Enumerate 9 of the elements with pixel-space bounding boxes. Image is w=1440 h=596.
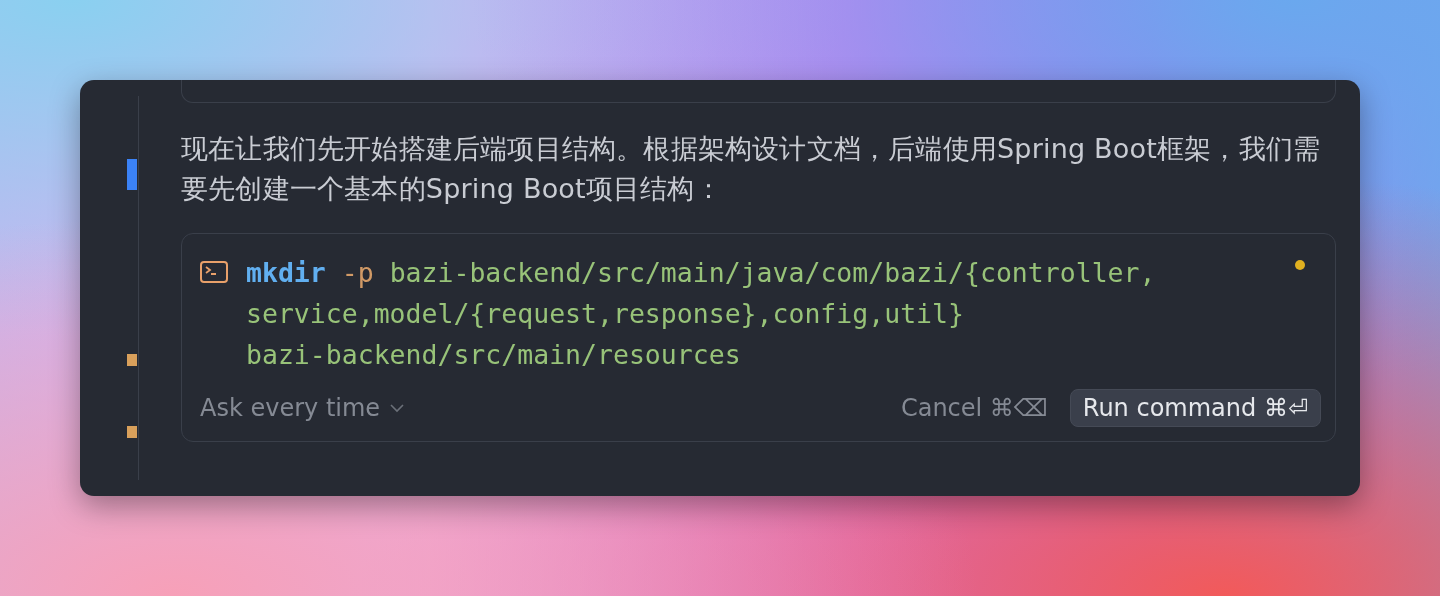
terminal-icon: [200, 261, 228, 285]
chevron-down-icon: [390, 403, 405, 413]
approval-dropdown[interactable]: Ask every time: [200, 394, 405, 422]
command-line: bazi-backend/src/main/resources: [246, 338, 742, 372]
command-line: mkdir -p bazi-backend/src/main/java/com/bazi/{controller,: [246, 256, 1156, 290]
command-line: service,model/{request,response},config,util}: [246, 297, 965, 331]
run-command-button[interactable]: Run command ⌘⏎: [1069, 389, 1321, 427]
cancel-button[interactable]: Cancel ⌘⌫: [900, 394, 1048, 422]
message-text: 现在让我们先开始搭建后端项目结构。根据架构设计文档，后端使用Spring Boot框架，我们需要先创建一个基本的Spring Boot项目结构：: [181, 132, 1322, 206]
